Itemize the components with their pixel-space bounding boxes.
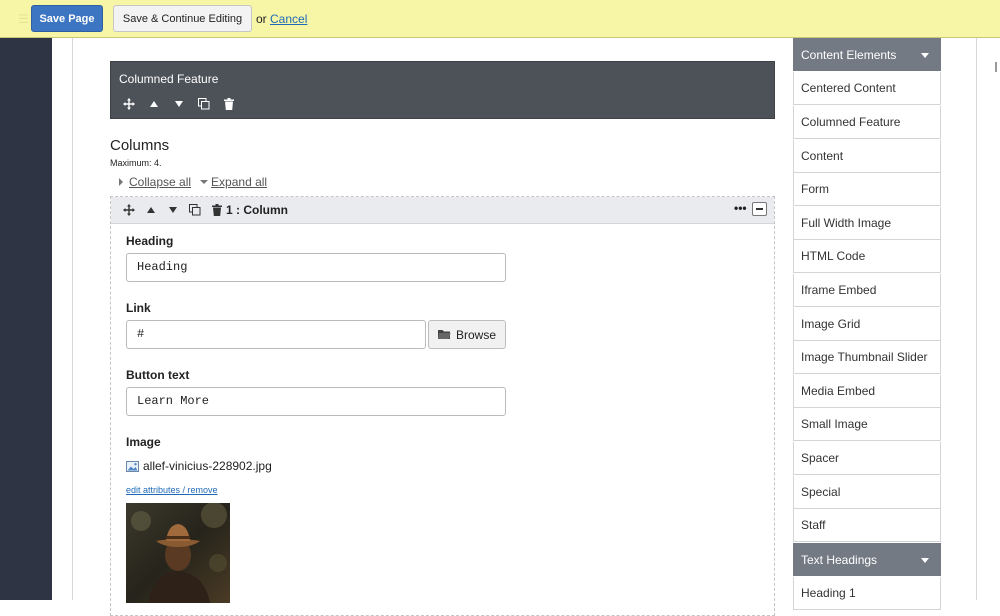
collapse-column-button[interactable] — [752, 202, 767, 216]
sidebar-item-form[interactable]: Form — [793, 173, 941, 206]
collapse-all-link[interactable]: Collapse all — [129, 175, 191, 189]
block-actions — [121, 97, 237, 111]
sidebar-item-full-width-image[interactable]: Full Width Image — [793, 207, 941, 240]
block-header: Columned Feature — [110, 61, 775, 119]
ghost-menu-icon: ☰ — [18, 12, 29, 26]
sidebar-item-content[interactable]: Content — [793, 140, 941, 173]
browse-label: Browse — [455, 327, 496, 342]
block-type-sidebar: Content Elements Centered Content Column… — [793, 38, 942, 610]
heading-input[interactable]: Heading — [126, 253, 506, 282]
link-input[interactable]: # — [126, 320, 426, 349]
sidebar-item-iframe-embed[interactable]: Iframe Embed — [793, 274, 941, 307]
sidebar-item-html-code[interactable]: HTML Code — [793, 240, 941, 273]
sidebar-item-spacer[interactable]: Spacer — [793, 442, 941, 475]
column-actions — [121, 203, 225, 217]
move-down-icon[interactable] — [171, 97, 187, 111]
minus-icon — [756, 208, 763, 210]
or-text: or — [256, 12, 267, 26]
image-file-icon — [126, 460, 139, 472]
image-label: Image — [126, 435, 161, 449]
button-text-label: Button text — [126, 368, 190, 382]
caret-down-icon — [921, 53, 929, 58]
sidebar-item-staff[interactable]: Staff — [793, 509, 941, 542]
heading-label: Heading — [126, 234, 174, 248]
column-header: 1 : Column ••• — [111, 197, 774, 224]
sidebar-item-heading-1[interactable]: Heading 1 — [793, 577, 941, 610]
link-label: Link — [126, 301, 151, 315]
button-text-input[interactable]: Learn More — [126, 387, 506, 416]
move-up-icon[interactable] — [146, 97, 162, 111]
columns-maximum: Maximum: 4. — [110, 158, 162, 168]
save-continue-button[interactable]: Save & Continue Editing — [113, 5, 252, 32]
move-icon[interactable] — [121, 203, 137, 217]
browse-button[interactable]: Browse — [428, 320, 506, 349]
image-filename: allef-vinicius-228902.jpg — [143, 459, 272, 473]
category-content-elements[interactable]: Content Elements — [793, 38, 941, 71]
trash-icon[interactable] — [209, 203, 225, 217]
image-thumbnail[interactable] — [126, 503, 230, 603]
columns-heading: Columns — [110, 137, 170, 154]
block-title: Columned Feature — [119, 72, 219, 86]
collapse-expand-row: Collapse all Expand all — [118, 175, 267, 189]
sidebar-item-image-thumbnail-slider[interactable]: Image Thumbnail Slider — [793, 341, 941, 374]
sidebar-item-centered-content[interactable]: Centered Content — [793, 72, 941, 105]
more-options-icon[interactable]: ••• — [734, 201, 747, 215]
expand-all-link[interactable]: Expand all — [211, 175, 267, 189]
trash-icon[interactable] — [221, 97, 237, 111]
move-icon[interactable] — [121, 97, 137, 111]
category-text-headings[interactable]: Text Headings — [793, 543, 941, 576]
sidebar-item-media-embed[interactable]: Media Embed — [793, 375, 941, 408]
left-admin-rail — [0, 38, 52, 600]
edit-mode-toolbar: ☰ Save Page Save & Continue Editing or C… — [0, 0, 1000, 38]
image-file-row: allef-vinicius-228902.jpg — [126, 459, 272, 473]
edit-attributes-link[interactable]: edit attributes / remove — [126, 485, 218, 495]
scrollbar[interactable] — [995, 62, 997, 72]
sidebar-item-image-grid[interactable]: Image Grid — [793, 308, 941, 341]
column-title: 1 : Column — [226, 203, 288, 217]
right-gutter — [976, 38, 1000, 600]
sidebar-item-small-image[interactable]: Small Image — [793, 408, 941, 441]
sidebar-item-columned-feature[interactable]: Columned Feature — [793, 106, 941, 139]
caret-down-icon — [200, 180, 209, 184]
copy-icon[interactable] — [196, 97, 212, 111]
save-page-button[interactable]: Save Page — [31, 5, 103, 32]
caret-right-icon — [119, 178, 123, 186]
folder-icon — [437, 330, 451, 339]
cancel-link[interactable]: Cancel — [270, 12, 307, 26]
move-down-icon[interactable] — [165, 203, 181, 217]
sidebar-item-special[interactable]: Special — [793, 476, 941, 509]
caret-down-icon — [921, 558, 929, 563]
copy-icon[interactable] — [187, 203, 203, 217]
move-up-icon[interactable] — [143, 203, 159, 217]
